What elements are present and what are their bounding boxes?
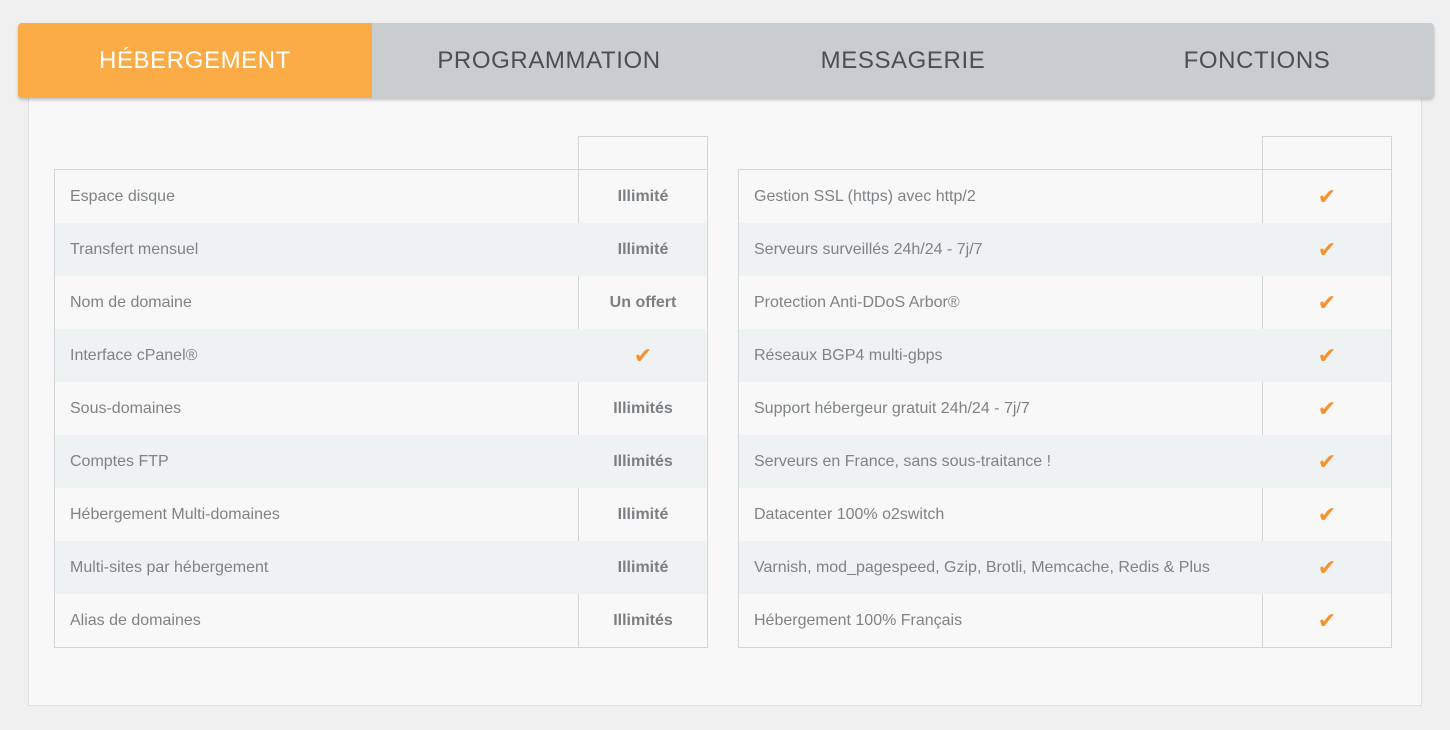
check-icon: ✔: [1318, 557, 1336, 579]
table-body: Espace disque Illimité Transfert mensuel…: [54, 169, 708, 648]
table-row: Réseaux BGP4 multi-gbps ✔: [739, 329, 1391, 382]
feature-label: Interface cPanel®: [55, 329, 578, 382]
table-header-cell: [1262, 136, 1392, 170]
check-icon: ✔: [1318, 186, 1336, 208]
feature-value: Un offert: [578, 276, 707, 329]
feature-label: Alias de domaines: [55, 594, 578, 647]
feature-label: Réseaux BGP4 multi-gbps: [739, 329, 1262, 382]
check-icon: ✔: [634, 345, 652, 367]
table-body: Gestion SSL (https) avec http/2 ✔ Serveu…: [738, 169, 1392, 648]
feature-value: ✔: [578, 329, 707, 382]
feature-label: Varnish, mod_pagespeed, Gzip, Brotli, Me…: [739, 541, 1262, 594]
table-row: Interface cPanel® ✔: [55, 329, 707, 382]
table-row: Hébergement Multi-domaines Illimité: [55, 488, 707, 541]
check-icon: ✔: [1318, 451, 1336, 473]
tab-programmation[interactable]: PROGRAMMATION: [372, 23, 726, 98]
feature-value: ✔: [1262, 594, 1391, 647]
table-header-cell: [578, 136, 708, 170]
feature-value: Illimité: [578, 541, 707, 594]
tab-hebergement[interactable]: HÉBERGEMENT: [18, 23, 372, 98]
feature-value: ✔: [1262, 382, 1391, 435]
feature-label: Multi-sites par hébergement: [55, 541, 578, 594]
feature-label: Serveurs en France, sans sous-traitance …: [739, 435, 1262, 488]
feature-value: Illimités: [578, 435, 707, 488]
table-row: Serveurs surveillés 24h/24 - 7j/7 ✔: [739, 223, 1391, 276]
table-row: Hébergement 100% Français ✔: [739, 594, 1391, 647]
feature-label: Datacenter 100% o2switch: [739, 488, 1262, 541]
check-icon: ✔: [1318, 345, 1336, 367]
table-row: Datacenter 100% o2switch ✔: [739, 488, 1391, 541]
feature-value: ✔: [1262, 435, 1391, 488]
table-row: Transfert mensuel Illimité: [55, 223, 707, 276]
tab-bar: HÉBERGEMENT PROGRAMMATION MESSAGERIE FON…: [18, 23, 1434, 98]
feature-value: Illimité: [578, 223, 707, 276]
feature-value: ✔: [1262, 170, 1391, 223]
feature-label: Protection Anti-DDoS Arbor®: [739, 276, 1262, 329]
table-row: Support hébergeur gratuit 24h/24 - 7j/7 …: [739, 382, 1391, 435]
table-row: Protection Anti-DDoS Arbor® ✔: [739, 276, 1391, 329]
feature-label: Comptes FTP: [55, 435, 578, 488]
feature-label: Hébergement 100% Français: [739, 594, 1262, 647]
feature-label: Serveurs surveillés 24h/24 - 7j/7: [739, 223, 1262, 276]
check-icon: ✔: [1318, 504, 1336, 526]
feature-value: Illimité: [578, 170, 707, 223]
feature-label: Transfert mensuel: [55, 223, 578, 276]
feature-label: Nom de domaine: [55, 276, 578, 329]
feature-label: Gestion SSL (https) avec http/2: [739, 170, 1262, 223]
feature-value: ✔: [1262, 223, 1391, 276]
table-row: Comptes FTP Illimités: [55, 435, 707, 488]
feature-value: ✔: [1262, 329, 1391, 382]
feature-label: Support hébergeur gratuit 24h/24 - 7j/7: [739, 382, 1262, 435]
feature-value: ✔: [1262, 488, 1391, 541]
table-row: Espace disque Illimité: [55, 170, 707, 223]
feature-value: Illimités: [578, 594, 707, 647]
table-row: Serveurs en France, sans sous-traitance …: [739, 435, 1391, 488]
tab-messagerie[interactable]: MESSAGERIE: [726, 23, 1080, 98]
feature-label: Espace disque: [55, 170, 578, 223]
table-row: Varnish, mod_pagespeed, Gzip, Brotli, Me…: [739, 541, 1391, 594]
check-icon: ✔: [1318, 610, 1336, 632]
tab-fonctions[interactable]: FONCTIONS: [1080, 23, 1434, 98]
check-icon: ✔: [1318, 292, 1336, 314]
table-row: Alias de domaines Illimités: [55, 594, 707, 647]
check-icon: ✔: [1318, 239, 1336, 261]
check-icon: ✔: [1318, 398, 1336, 420]
table-row: Nom de domaine Un offert: [55, 276, 707, 329]
feature-value: Illimités: [578, 382, 707, 435]
feature-label: Sous-domaines: [55, 382, 578, 435]
feature-value: ✔: [1262, 541, 1391, 594]
feature-value: Illimité: [578, 488, 707, 541]
table-row: Multi-sites par hébergement Illimité: [55, 541, 707, 594]
table-row: Gestion SSL (https) avec http/2 ✔: [739, 170, 1391, 223]
feature-value: ✔: [1262, 276, 1391, 329]
feature-label: Hébergement Multi-domaines: [55, 488, 578, 541]
table-row: Sous-domaines Illimités: [55, 382, 707, 435]
